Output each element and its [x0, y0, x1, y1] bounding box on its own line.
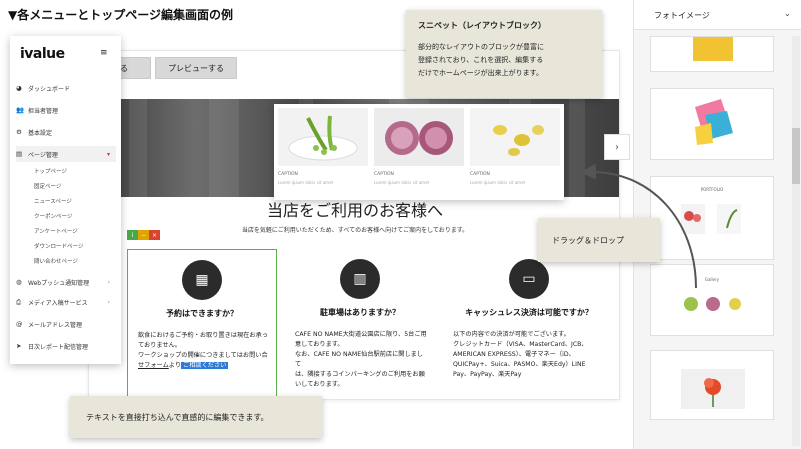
- screen: ▼各メニューとトップページ編集画面の例 する プレビューする 当店をご利用のお客…: [0, 0, 801, 449]
- sidebar-subitem-survey[interactable]: アンケートページ: [34, 227, 78, 235]
- panel-category-select[interactable]: フォトイメージ: [654, 10, 710, 21]
- sidebar-subitem-download[interactable]: ダウンロードページ: [34, 242, 83, 250]
- building-icon: ▥: [340, 259, 380, 299]
- chevron-right-icon: ›: [615, 141, 619, 153]
- credit-card-icon: ▭: [509, 259, 549, 299]
- users-icon: 👥: [16, 106, 25, 114]
- menu-toggle-icon[interactable]: ≡: [100, 48, 108, 58]
- sidebar-item-web-push[interactable]: ◍ Webプッシュ通知管理 ›: [16, 274, 116, 290]
- sidebar-subitem-top[interactable]: トップページ: [34, 167, 67, 175]
- palette-icon: ◕: [16, 84, 22, 92]
- column-title[interactable]: 駐車場はありますか？: [285, 307, 435, 318]
- column-text[interactable]: 飲食におけるご予約・お取り置きは現在お承っ ておりません。 ワークショップの開催…: [138, 331, 268, 371]
- callout-drag-drop: ドラッグ＆ドロップ: [538, 218, 660, 262]
- panel-scrollbar-thumb[interactable]: [792, 128, 800, 184]
- calendar-icon: ▦: [182, 260, 222, 300]
- callout-snippet: スニペット（レイアウトブロック） 部分的なレイアウトのブロックが豊富に 登録され…: [406, 10, 602, 98]
- sidebar-item-media[interactable]: ⎙ メディア入稿サービス ›: [16, 294, 116, 310]
- send-icon: ➤: [16, 342, 22, 350]
- sidebar-subitem-fixed[interactable]: 固定ページ: [34, 182, 61, 190]
- faq-column-reservation[interactable]: ▦ 予約はできますか？ 飲食におけるご予約・お取り置きは現在お承っ ておりません…: [127, 249, 277, 399]
- panel-header[interactable]: フォトイメージ ⌄: [634, 0, 801, 30]
- panel-collapse-button[interactable]: ›: [604, 134, 630, 160]
- snippet-image: [278, 108, 368, 166]
- document-icon: ▤: [16, 150, 23, 158]
- contact-form-link[interactable]: せフォーム: [138, 362, 169, 369]
- column-title[interactable]: キャッシュレス決済は可能ですか？: [443, 307, 615, 318]
- block-info-button[interactable]: i: [127, 230, 138, 240]
- sidebar-item-staff[interactable]: 👥 担当者管理: [16, 102, 116, 118]
- chevron-down-icon: ▾: [106, 150, 110, 158]
- sidebar-item-pages[interactable]: ▤ ページ管理 ▾: [16, 146, 116, 162]
- column-text[interactable]: 以下の内容での決済が可能でございます。 クレジットカード（VISA、Master…: [453, 330, 607, 380]
- sidebar-item-dashboard[interactable]: ◕ ダッシュボード: [16, 80, 116, 96]
- sidebar-subitem-news[interactable]: ニュースページ: [34, 197, 72, 205]
- block-delete-button[interactable]: ×: [149, 230, 160, 240]
- chevron-right-icon: ›: [107, 278, 110, 286]
- sidebar-subitem-contact[interactable]: 問い合わせページ: [34, 257, 78, 265]
- faq-column-parking[interactable]: ▥ 駐車場はありますか？ CAFE NO NAME大街道公園店に限り、5台ご用 …: [285, 249, 435, 399]
- snippet-item[interactable]: CAPTION Lorem ipsum dolor sit amet: [278, 108, 368, 196]
- printer-icon: ⎙: [16, 297, 22, 306]
- panel-scrollbar-track[interactable]: [792, 36, 800, 446]
- snippet-image: [470, 108, 560, 166]
- at-icon: @: [16, 320, 23, 328]
- snippet-item[interactable]: CAPTION Lorem ipsum dolor sit amet: [374, 108, 464, 196]
- gear-icon: ⚙: [16, 128, 22, 136]
- callout-direct-edit: テキストを直接打ち込んで直感的に編集できます。: [70, 396, 322, 438]
- chevron-down-icon[interactable]: ⌄: [784, 9, 791, 18]
- admin-sidebar: ivalue ≡ ◕ ダッシュボード 👥 担当者管理 ⚙ 基本設定 ▤ ページ管…: [10, 36, 121, 364]
- column-text[interactable]: CAFE NO NAME大街道公園店に限り、5台ご用 意しております。 なお、C…: [295, 330, 427, 390]
- snippet-thumbnail[interactable]: [650, 36, 774, 72]
- snippet-thumbnail[interactable]: [650, 350, 774, 420]
- preview-button[interactable]: プレビューする: [155, 57, 237, 79]
- snippet-preview-card[interactable]: CAPTION Lorem ipsum dolor sit amet CAPTI…: [274, 104, 564, 200]
- snippet-image: [374, 108, 464, 166]
- page-heading: ▼各メニューとトップページ編集画面の例: [8, 8, 233, 22]
- column-title[interactable]: 予約はできますか？: [128, 308, 276, 319]
- app-logo[interactable]: ivalue: [20, 46, 65, 62]
- block-minimize-button[interactable]: −: [138, 230, 149, 240]
- sidebar-subitem-coupon[interactable]: クーポンページ: [34, 212, 72, 220]
- snippet-thumbnail[interactable]: [650, 88, 774, 160]
- block-mini-toolbar[interactable]: i − ×: [127, 230, 160, 240]
- text-selection-highlight[interactable]: ご相談ください: [181, 362, 229, 369]
- sidebar-item-mail[interactable]: @ メールアドレス管理: [16, 316, 116, 332]
- sidebar-item-settings[interactable]: ⚙ 基本設定: [16, 124, 116, 140]
- globe-icon: ◍: [16, 278, 22, 286]
- chevron-right-icon: ›: [107, 298, 110, 306]
- snippet-item[interactable]: CAPTION Lorem ipsum dolor sit amet: [470, 108, 560, 196]
- sidebar-item-daily-report[interactable]: ➤ 日次レポート配信管理: [16, 338, 116, 354]
